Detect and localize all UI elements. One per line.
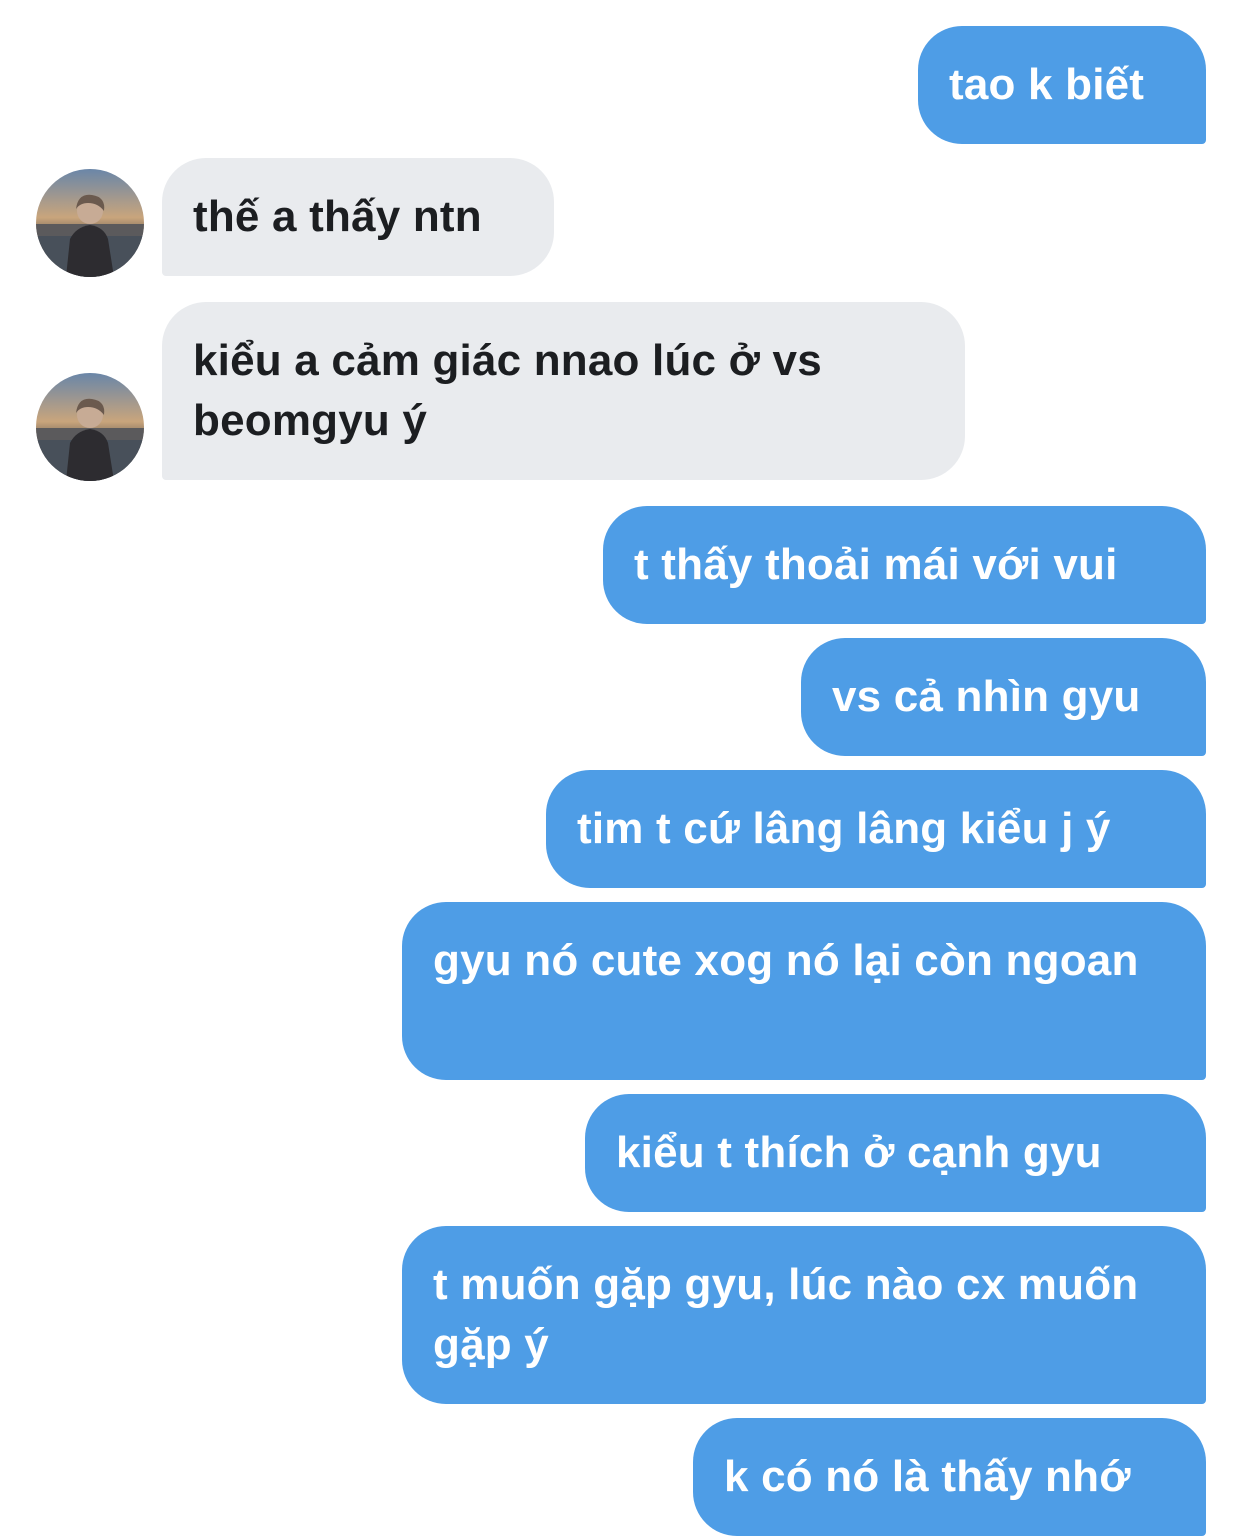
message-bubble-outgoing[interactable]: t thấy thoải mái với vui	[603, 506, 1206, 624]
message-bubble-outgoing[interactable]: gyu nó cute xog nó lại còn ngoan	[402, 902, 1206, 1080]
contact-avatar[interactable]	[36, 169, 144, 277]
message-bubble-outgoing[interactable]: tim t cứ lâng lâng kiểu j ý	[546, 770, 1206, 888]
message-bubble-outgoing[interactable]: k có nó là thấy nhớ	[693, 1418, 1206, 1536]
message-bubble-outgoing[interactable]: tao k biết	[918, 26, 1206, 144]
contact-avatar-photo	[36, 373, 144, 481]
contact-avatar[interactable]	[36, 373, 144, 481]
message-bubble-outgoing[interactable]: kiểu t thích ở cạnh gyu	[585, 1094, 1206, 1212]
contact-avatar-photo	[36, 169, 144, 277]
message-bubble-incoming[interactable]: kiểu a cảm giác nnao lúc ở vs beomgyu ý	[162, 302, 965, 480]
message-bubble-incoming[interactable]: thế a thấy ntn	[162, 158, 554, 276]
message-bubble-outgoing[interactable]: t muốn gặp gyu, lúc nào cx muốn gặp ý	[402, 1226, 1206, 1404]
message-bubble-outgoing[interactable]: vs cả nhìn gyu	[801, 638, 1206, 756]
